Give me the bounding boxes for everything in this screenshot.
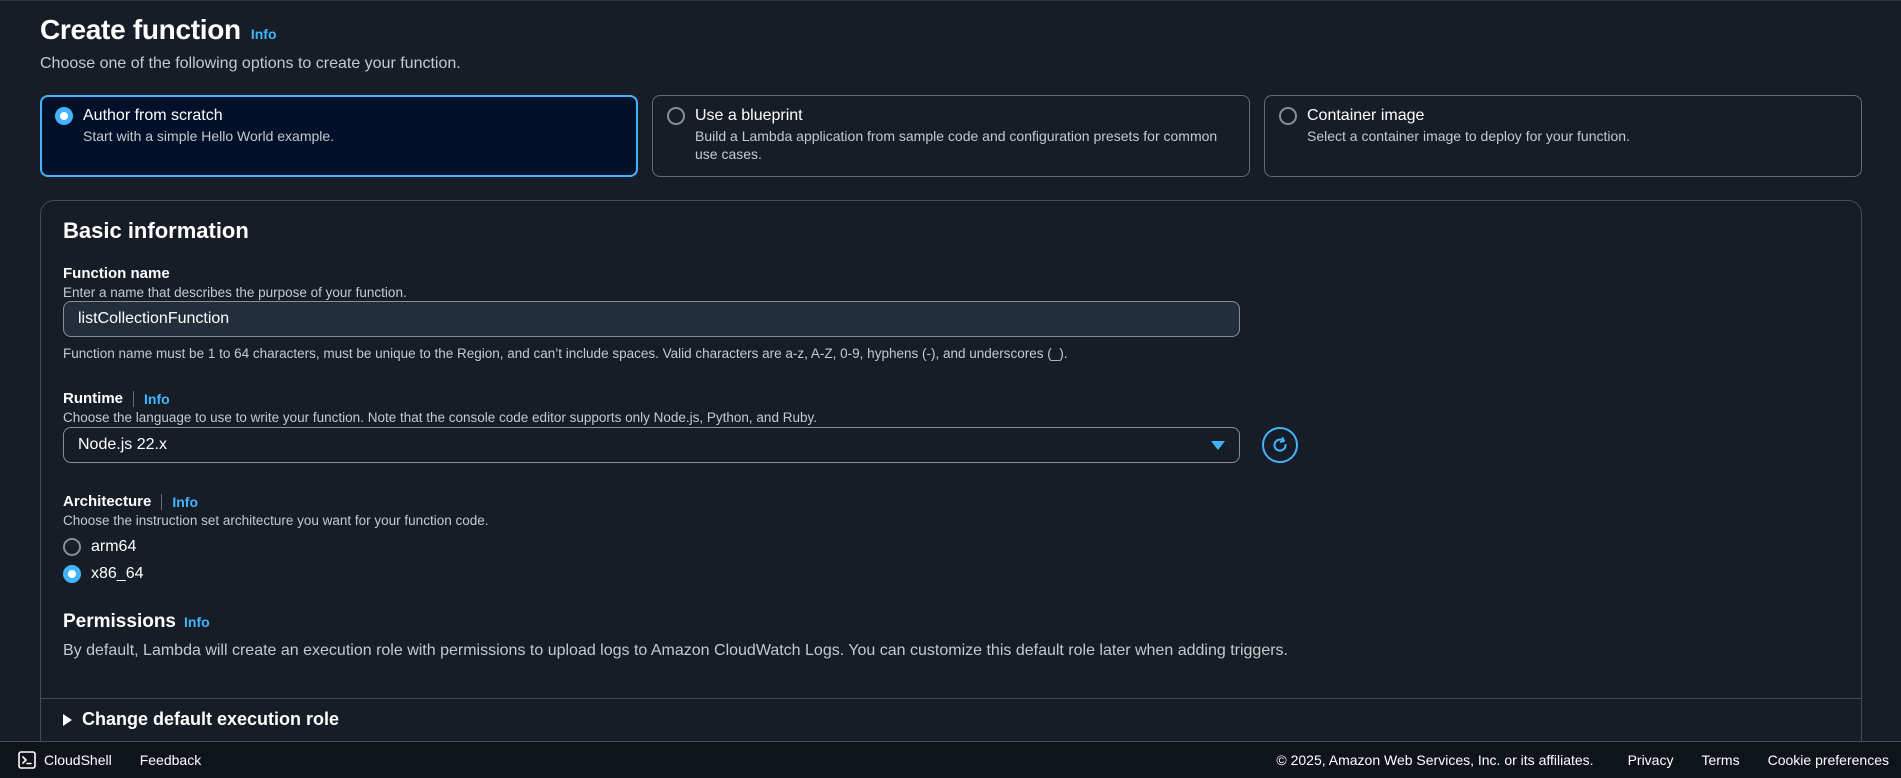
section-divider bbox=[41, 698, 1861, 699]
function-name-label: Function name bbox=[63, 265, 170, 282]
option-label: arm64 bbox=[91, 537, 137, 555]
refresh-icon bbox=[1273, 437, 1287, 452]
architecture-field: Architecture Info Choose the instruction… bbox=[63, 493, 488, 528]
basic-information-panel: Basic information Function name Enter a … bbox=[40, 200, 1862, 760]
option-title: Use a blueprint bbox=[695, 107, 803, 124]
create-function-page: Create function Info Choose one of the f… bbox=[40, 14, 1862, 760]
option-description: Build a Lambda application from sample c… bbox=[695, 128, 1218, 162]
option-container-image[interactable]: Container image Select a container image… bbox=[1264, 95, 1862, 177]
option-description: Start with a simple Hello World example. bbox=[83, 128, 335, 144]
option-use-a-blueprint[interactable]: Use a blueprint Build a Lambda applicati… bbox=[652, 95, 1250, 177]
feedback-link[interactable]: Feedback bbox=[140, 752, 201, 768]
runtime-label: Runtime bbox=[63, 390, 123, 407]
function-name-constraint: Function name must be 1 to 64 characters… bbox=[63, 346, 1068, 361]
cookie-preferences-link[interactable]: Cookie preferences bbox=[1768, 752, 1889, 768]
permissions-info-link[interactable]: Info bbox=[184, 614, 210, 630]
radio-author-from-scratch[interactable] bbox=[55, 107, 73, 125]
page-subtitle: Choose one of the following options to c… bbox=[40, 55, 461, 72]
architecture-description: Choose the instruction set architecture … bbox=[63, 513, 489, 528]
architecture-label: Architecture bbox=[63, 493, 152, 510]
runtime-field: Runtime Info Choose the language to use … bbox=[63, 390, 817, 425]
page-title: Create function bbox=[40, 14, 241, 45]
radio-use-a-blueprint[interactable] bbox=[667, 107, 685, 125]
option-title: Container image bbox=[1307, 107, 1425, 124]
function-name-input[interactable]: listCollectionFunction bbox=[63, 301, 1240, 337]
option-title: Author from scratch bbox=[83, 107, 223, 124]
permissions-description: By default, Lambda will create an execut… bbox=[63, 642, 1288, 659]
change-default-execution-role-expander[interactable]: Change default execution role bbox=[63, 709, 339, 730]
expander-label: Change default execution role bbox=[82, 709, 340, 729]
option-author-from-scratch[interactable]: Author from scratch Start with a simple … bbox=[40, 95, 638, 177]
radio-container-image[interactable] bbox=[1279, 107, 1297, 125]
function-name-field: Function name Enter a name that describe… bbox=[63, 265, 407, 300]
runtime-select[interactable]: Node.js 22.x bbox=[63, 427, 1240, 463]
label-separator bbox=[133, 390, 134, 407]
top-divider bbox=[0, 0, 1901, 1]
page-header: Create function Info bbox=[40, 14, 1862, 48]
permissions-title: Permissions bbox=[63, 611, 176, 632]
architecture-info-link[interactable]: Info bbox=[172, 494, 198, 510]
option-description: Select a container image to deploy for y… bbox=[1307, 128, 1630, 144]
section-title: Basic information bbox=[63, 218, 249, 243]
copyright-text: © 2025, Amazon Web Services, Inc. or its… bbox=[1276, 752, 1594, 768]
terminal-icon bbox=[18, 751, 36, 769]
architecture-option-arm64[interactable]: arm64 bbox=[63, 537, 136, 556]
radio-arm64[interactable] bbox=[63, 538, 81, 556]
permissions-header: Permissions Info bbox=[63, 611, 210, 633]
architecture-option-x86-64[interactable]: x86_64 bbox=[63, 564, 144, 583]
runtime-selected-value: Node.js 22.x bbox=[78, 436, 167, 453]
cloudshell-button[interactable]: CloudShell bbox=[18, 751, 112, 769]
architecture-label-row: Architecture Info bbox=[63, 493, 488, 510]
terms-link[interactable]: Terms bbox=[1701, 752, 1739, 768]
refresh-runtimes-button[interactable] bbox=[1262, 427, 1298, 463]
function-name-description: Enter a name that describes the purpose … bbox=[63, 285, 407, 300]
creation-options: Author from scratch Start with a simple … bbox=[40, 95, 1862, 177]
runtime-label-row: Runtime Info bbox=[63, 390, 817, 407]
caret-down-icon bbox=[1211, 440, 1225, 450]
option-label: x86_64 bbox=[91, 564, 144, 582]
radio-x86-64[interactable] bbox=[63, 565, 81, 583]
runtime-description: Choose the language to use to write your… bbox=[63, 410, 817, 425]
privacy-link[interactable]: Privacy bbox=[1628, 752, 1674, 768]
caret-right-icon bbox=[63, 713, 72, 726]
console-footer: CloudShell Feedback © 2025, Amazon Web S… bbox=[0, 741, 1901, 778]
label-separator bbox=[161, 493, 163, 510]
cloudshell-label: CloudShell bbox=[44, 752, 112, 768]
page-info-link[interactable]: Info bbox=[251, 26, 277, 42]
runtime-info-link[interactable]: Info bbox=[144, 391, 170, 407]
